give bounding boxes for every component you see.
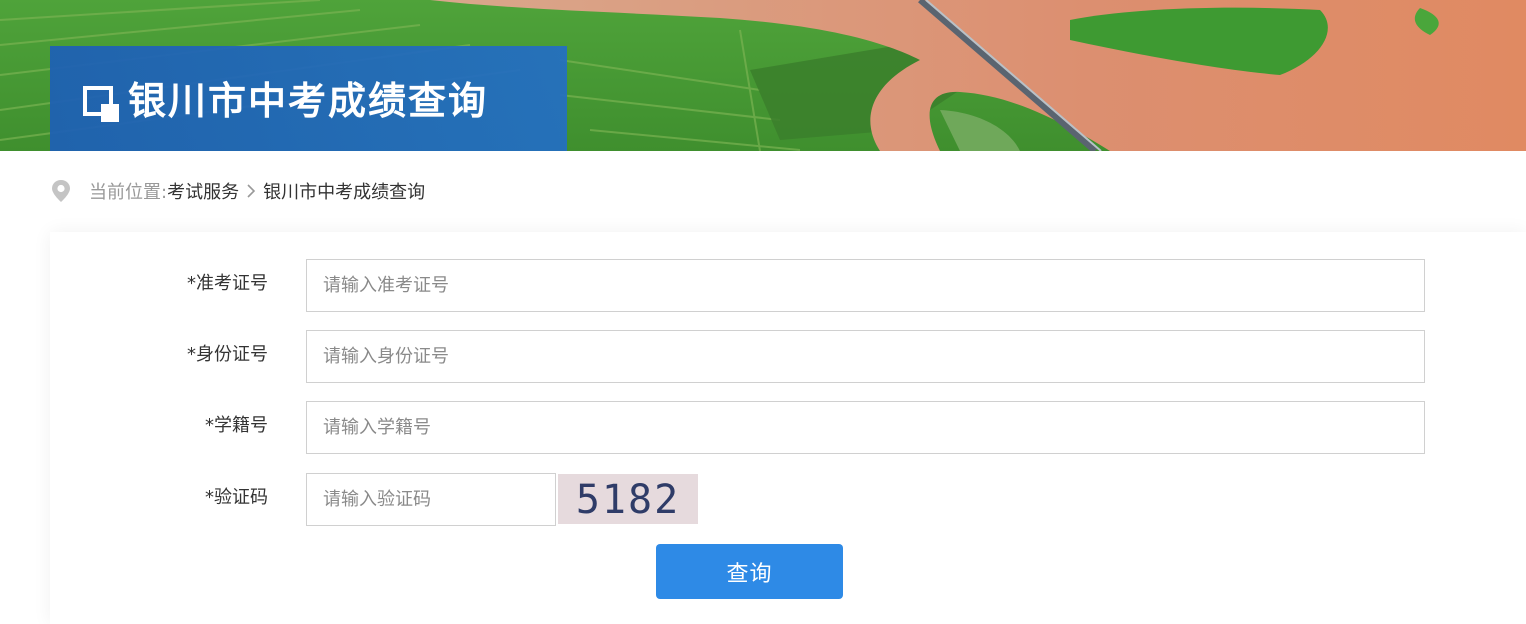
query-form-panel: *准考证号 *身份证号 *学籍号 *验证码 5182 查询 bbox=[50, 232, 1526, 624]
page-title: 银川市中考成绩查询 bbox=[128, 79, 489, 123]
form-row-id-number: *身份证号 bbox=[50, 330, 1526, 383]
captcha-label: *验证码 bbox=[205, 487, 268, 508]
window-square-icon bbox=[83, 86, 119, 122]
header-banner: 银川市中考成绩查询 bbox=[0, 0, 1526, 151]
student-number-label: *学籍号 bbox=[205, 415, 268, 436]
map-pin-icon bbox=[50, 179, 72, 203]
captcha-input[interactable] bbox=[306, 473, 556, 526]
breadcrumb-link-exam-services[interactable]: 考试服务 bbox=[167, 178, 239, 204]
breadcrumb: 当前位置: 考试服务 银川市中考成绩查询 bbox=[50, 176, 425, 206]
query-button[interactable]: 查询 bbox=[656, 544, 843, 599]
breadcrumb-current: 银川市中考成绩查询 bbox=[263, 182, 426, 203]
captcha-code: 5182 bbox=[575, 477, 681, 523]
exam-number-input[interactable] bbox=[306, 259, 1425, 312]
form-row-student-number: *学籍号 bbox=[50, 401, 1526, 454]
captcha-image[interactable]: 5182 bbox=[558, 474, 698, 524]
form-row-captcha: *验证码 5182 bbox=[50, 473, 1526, 526]
page-title-box: 银川市中考成绩查询 bbox=[50, 46, 567, 151]
breadcrumb-prefix: 当前位置: bbox=[89, 182, 168, 203]
exam-number-label: *准考证号 bbox=[187, 273, 268, 294]
id-number-input[interactable] bbox=[306, 330, 1425, 383]
student-number-input[interactable] bbox=[306, 401, 1425, 454]
chevron-right-icon bbox=[239, 184, 263, 198]
form-row-exam-number: *准考证号 bbox=[50, 259, 1526, 312]
id-number-label: *身份证号 bbox=[187, 344, 268, 365]
